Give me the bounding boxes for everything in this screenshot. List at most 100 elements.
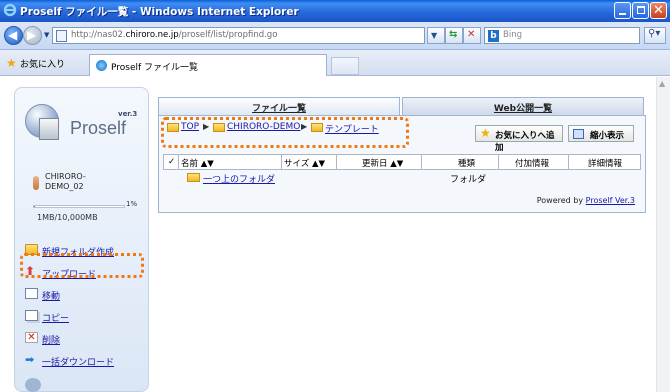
quota-fill <box>34 206 35 207</box>
folder-icon <box>213 123 225 132</box>
chevron-down-icon: ▼ <box>431 31 438 40</box>
address-input[interactable]: http://nas02.chiroro.ne.jp/proself/list/… <box>52 27 425 44</box>
quota-text: 1MB/10,000MB <box>37 213 98 222</box>
menu-item-copy[interactable]: コピー <box>25 309 147 325</box>
menu-item-upload[interactable]: ⬆ アップロード <box>25 265 147 281</box>
search-input[interactable]: b Bing <box>484 27 640 44</box>
search-button[interactable]: ⚲▾ <box>644 27 666 44</box>
browser-tab[interactable]: Proself ファイル一覧 <box>89 54 327 76</box>
page-content: ver.3 Proself CHIRORO- DEMO_02 1% 1MB/10… <box>0 77 670 392</box>
maximize-button[interactable] <box>632 2 649 19</box>
menu-item-new-folder[interactable]: 新規フォルダ作成 <box>25 243 147 259</box>
forward-button[interactable]: ▶ <box>23 26 42 45</box>
copy-icon <box>25 310 38 321</box>
vertical-scrollbar[interactable]: ▲ <box>656 77 670 392</box>
tab-label: Web公開一覧 <box>493 104 553 114</box>
column-size[interactable]: サイズ ▲▼ <box>284 157 325 169</box>
history-dropdown-icon[interactable]: ▼ <box>44 31 49 39</box>
back-arrow-icon: ◀ <box>8 28 18 42</box>
breadcrumb-separator-icon: ▶ <box>301 122 308 131</box>
favorites-star-icon[interactable]: ★ <box>6 56 17 70</box>
folder-icon <box>311 123 323 132</box>
quota-percent: 1% <box>126 200 138 208</box>
stop-icon: ✕ <box>467 29 476 40</box>
folder-up-icon <box>187 173 200 182</box>
file-list-panel: TOP ▶ CHIRORO-DEMO ▶ テンプレート ★ お気に入りへ追加 縮… <box>158 115 646 213</box>
breadcrumb-template[interactable]: テンプレート <box>325 122 379 135</box>
back-button[interactable]: ◀ <box>4 26 23 45</box>
logo-name: Proself <box>70 118 127 138</box>
menu-item-delete[interactable]: ✕ 削除 <box>25 331 147 347</box>
star-icon: ★ <box>480 126 491 140</box>
minimize-button[interactable] <box>614 2 631 19</box>
add-favorite-label: お気に入りへ追加 <box>495 131 555 153</box>
favorites-bar: ★ お気に入り Proself ファイル一覧 <box>0 50 670 76</box>
tab-title: Proself ファイル一覧 <box>111 63 199 73</box>
ie-page-icon <box>96 60 107 71</box>
page-icon <box>56 30 67 42</box>
url-text: http://nas02.chiroro.ne.jp/proself/list/… <box>71 30 278 40</box>
title-bar: Proself ファイル一覧 - Windows Internet Explor… <box>0 0 670 22</box>
select-all-checkbox[interactable]: ✓ <box>168 157 175 167</box>
column-name[interactable]: 名前 ▲▼ <box>181 157 214 169</box>
mini-view-label: 縮小表示 <box>590 131 625 141</box>
maximize-icon <box>637 6 645 14</box>
grid-view-icon <box>573 129 584 139</box>
row-type: フォルダ <box>450 175 487 185</box>
refresh-button[interactable]: ⇆ <box>445 27 463 44</box>
upload-icon: ⬆ <box>25 264 36 278</box>
menu-label: 一括ダウンロード <box>42 358 115 368</box>
tab-label: ファイル一覧 <box>251 104 306 114</box>
user-name: CHIRORO- DEMO_02 <box>45 172 86 191</box>
quota-bar <box>33 205 125 208</box>
table-row[interactable]: 一つ上のフォルダ フォルダ <box>163 170 641 186</box>
new-tab-button[interactable] <box>331 57 359 75</box>
search-icon: ⚲▾ <box>648 28 661 39</box>
logo-version: ver.3 <box>118 110 138 118</box>
address-dropdown-button[interactable]: ▼ <box>427 27 445 44</box>
sidebar: ver.3 Proself CHIRORO- DEMO_02 1% 1MB/10… <box>14 87 149 392</box>
forward-arrow-icon: ▶ <box>27 28 37 42</box>
refresh-icon: ⇆ <box>449 29 458 40</box>
address-toolbar: ◀ ▶ ▼ http://nas02.chiroro.ne.jp/proself… <box>0 22 670 50</box>
minimize-icon <box>619 13 626 15</box>
breadcrumb-separator-icon: ▶ <box>203 122 210 131</box>
menu-item-bulk-download[interactable]: ➡ 一括ダウンロード <box>25 353 147 369</box>
search-placeholder: Bing <box>503 30 522 40</box>
menu-label: 移動 <box>42 292 61 302</box>
menu-label: コピー <box>42 314 70 324</box>
view-tabs: ファイル一覧 Web公開一覧 <box>158 97 646 115</box>
column-type: 種類 <box>458 159 476 169</box>
menu-label: 新規フォルダ作成 <box>42 248 115 258</box>
bing-icon: b <box>488 30 499 42</box>
user-icon <box>33 176 39 190</box>
menu-label: 削除 <box>42 336 61 346</box>
powered-by-link[interactable]: Proself Ver.3 <box>586 196 635 205</box>
column-updated[interactable]: 更新日 ▲▼ <box>362 157 403 169</box>
tab-file-list[interactable]: ファイル一覧 <box>158 97 400 115</box>
mini-view-button[interactable]: 縮小表示 <box>568 125 634 142</box>
folder-icon <box>167 123 179 132</box>
delete-icon: ✕ <box>25 332 38 343</box>
close-button[interactable]: ✕ <box>650 2 667 19</box>
add-favorite-button[interactable]: ★ お気に入りへ追加 <box>475 125 563 153</box>
menu-label: アップロード <box>42 270 97 280</box>
move-icon <box>25 288 38 299</box>
scroll-up-icon[interactable]: ▲ <box>659 79 665 88</box>
window-title: Proself ファイル一覧 - Windows Internet Explor… <box>20 6 299 18</box>
tab-web-publish-list[interactable]: Web公開一覧 <box>402 97 644 115</box>
close-icon: ✕ <box>653 3 664 18</box>
breadcrumb-top[interactable]: TOP <box>181 122 199 132</box>
ie-icon <box>3 3 17 17</box>
favorites-button[interactable]: お気に入り <box>20 57 65 70</box>
new-folder-icon <box>25 244 38 255</box>
powered-by: Powered by Proself Ver.3 <box>536 196 635 205</box>
breadcrumb-chiroro-demo[interactable]: CHIRORO-DEMO <box>227 122 300 132</box>
menu-item-move[interactable]: 移動 <box>25 287 147 303</box>
help-icon[interactable] <box>25 378 41 392</box>
bulk-download-icon: ➡ <box>25 353 35 366</box>
stop-button[interactable]: ✕ <box>463 27 481 44</box>
row-name[interactable]: 一つ上のフォルダ <box>203 172 275 185</box>
table-header: ✓ 名前 ▲▼ サイズ ▲▼ 更新日 ▲▼ 種類 付加情報 詳細情報 <box>163 154 641 170</box>
main-pane: ファイル一覧 Web公開一覧 TOP ▶ CHIRORO-DEMO ▶ テンプレ… <box>158 97 646 217</box>
